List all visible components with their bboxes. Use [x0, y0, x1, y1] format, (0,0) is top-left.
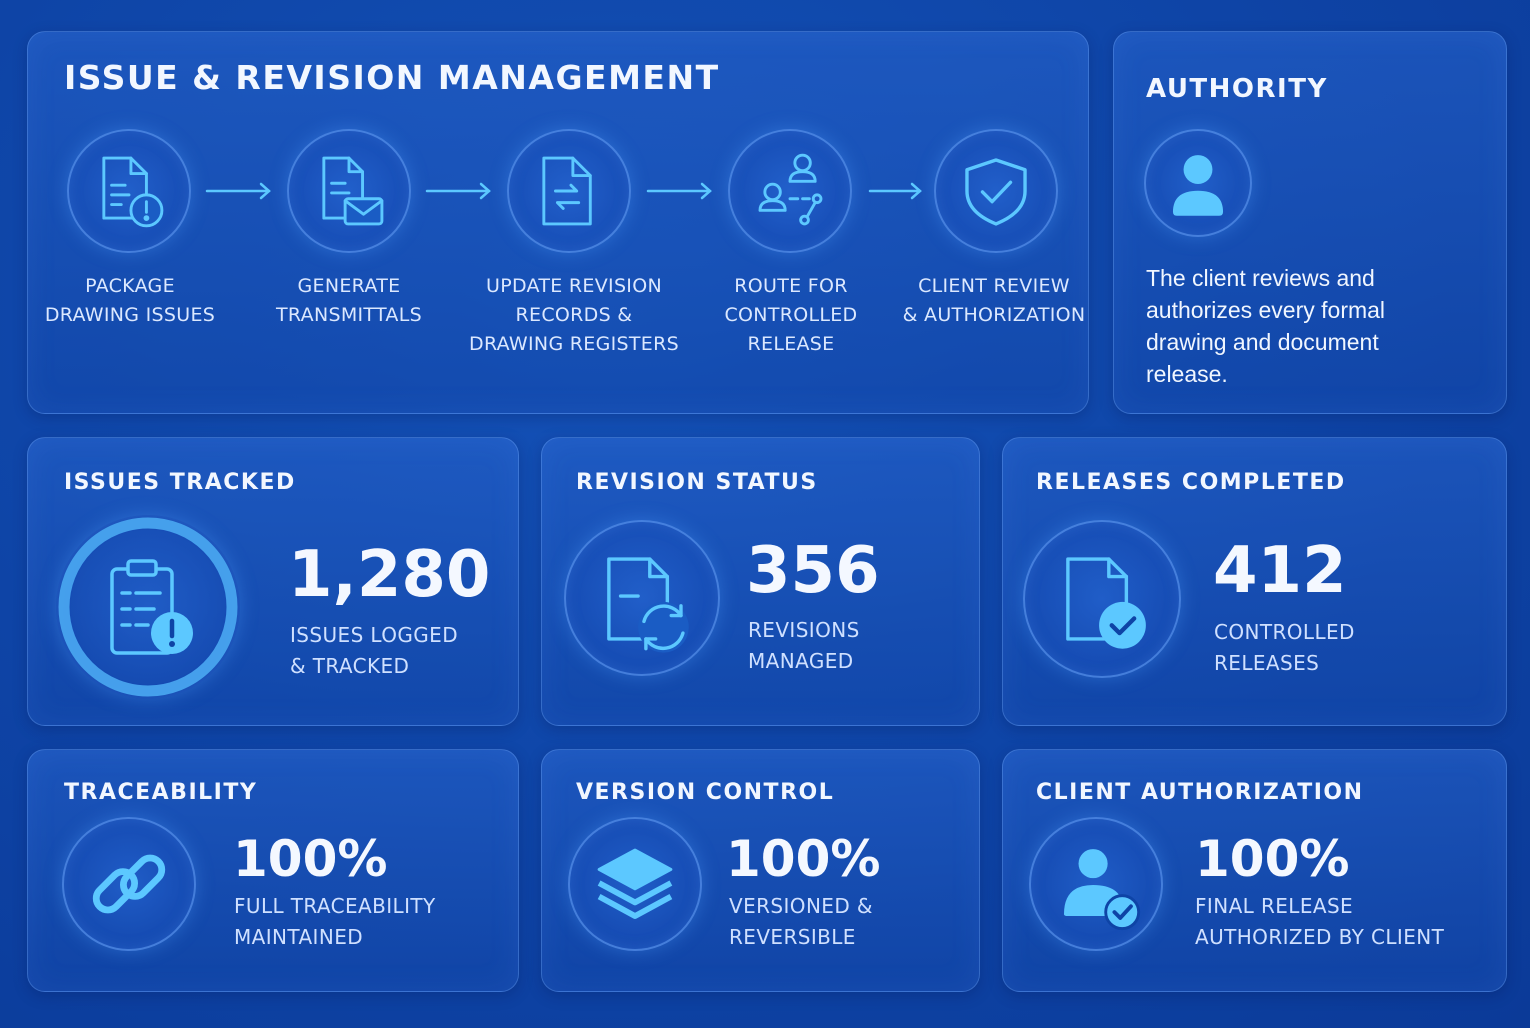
client-authorization-card: CLIENT AUTHORIZATION 100% FINAL RELEASE … — [1002, 749, 1507, 992]
issues-progress-ring — [56, 515, 240, 699]
traceability-title: TRACEABILITY — [64, 780, 258, 805]
document-update-icon — [542, 156, 592, 226]
client-authorization-value: 100% — [1195, 830, 1350, 888]
releases-completed-value: 412 — [1213, 534, 1347, 608]
document-check-icon — [1066, 557, 1146, 649]
step-package-label: PACKAGE DRAWING ISSUES — [44, 275, 216, 326]
client-icon-ring — [1029, 817, 1163, 951]
authority-text: The client reviews and authorizes every … — [1146, 265, 1386, 387]
document-alert-icon — [102, 156, 164, 228]
arrow-right-icon — [425, 182, 491, 200]
issues-tracked-caption: ISSUES LOGGED & TRACKED — [290, 623, 459, 678]
version-control-caption: VERSIONED & REVERSIBLE — [729, 894, 873, 949]
version-control-value: 100% — [726, 830, 881, 888]
layers-icon — [597, 848, 673, 919]
issues-tracked-title: ISSUES TRACKED — [64, 470, 296, 495]
step-package-icon-ring — [67, 129, 191, 253]
revision-status-card: REVISION STATUS 356 REVISIONS MANAGED — [541, 437, 980, 726]
arrow-right-icon — [868, 182, 922, 200]
process-title: ISSUE & REVISION MANAGEMENT — [64, 58, 720, 97]
client-authorization-title: CLIENT AUTHORIZATION — [1036, 780, 1364, 805]
step-transmittals-label: GENERATE TRANSMITTALS — [276, 275, 422, 326]
step-route-icon-ring — [728, 129, 852, 253]
step-client-review-icon-ring — [934, 129, 1058, 253]
releases-completed-caption: CONTROLLED RELEASES — [1214, 620, 1355, 675]
step-transmittals-icon-ring — [287, 129, 411, 253]
traceability-icon-ring — [62, 817, 196, 951]
step-update-icon-ring — [507, 129, 631, 253]
authority-card: AUTHORITY The client reviews and authori… — [1113, 31, 1507, 414]
issues-tracked-card: ISSUES TRACKED 1,280 ISSUES LOGGED & TRA… — [27, 437, 519, 726]
step-route-label: ROUTE FOR CONTROLLED RELEASE — [724, 275, 858, 355]
step-client-review-label: CLIENT REVIEW & AUTHORIZATION — [902, 275, 1086, 326]
arrow-right-icon — [646, 182, 712, 200]
document-mail-icon — [322, 156, 384, 226]
user-check-icon — [1063, 849, 1141, 931]
routing-users-icon — [758, 153, 823, 226]
traceability-caption: FULL TRACEABILITY MAINTAINED — [234, 894, 436, 949]
arrow-right-icon — [205, 182, 271, 200]
document-refresh-icon — [607, 557, 689, 653]
client-authorization-caption: FINAL RELEASE AUTHORIZED BY CLIENT — [1195, 894, 1445, 949]
revision-status-title: REVISION STATUS — [576, 470, 818, 495]
issues-tracked-value: 1,280 — [288, 538, 491, 612]
releases-completed-title: RELEASES COMPLETED — [1036, 470, 1346, 495]
user-icon — [1172, 155, 1224, 216]
link-icon — [92, 854, 166, 914]
revision-status-value: 356 — [746, 534, 880, 608]
process-card: ISSUE & REVISION MANAGEMENT PACKAGE DRAW… — [27, 31, 1089, 414]
releases-completed-card: RELEASES COMPLETED 412 CONTROLLED RELEAS… — [1002, 437, 1507, 726]
traceability-card: TRACEABILITY 100% FULL TRACEABILITY MAIN… — [27, 749, 519, 992]
version-icon-ring — [568, 817, 702, 951]
traceability-value: 100% — [233, 830, 388, 888]
authority-title: AUTHORITY — [1146, 74, 1328, 104]
version-control-card: VERSION CONTROL 100% VERSIONED & REVERSI… — [541, 749, 980, 992]
revision-icon-ring — [564, 520, 720, 676]
shield-check-icon — [965, 158, 1027, 226]
step-update-label: UPDATE REVISION RECORDS & DRAWING REGIST… — [469, 275, 679, 355]
authority-icon-ring — [1144, 129, 1252, 237]
releases-icon-ring — [1023, 520, 1181, 678]
version-control-title: VERSION CONTROL — [576, 780, 835, 805]
revision-status-caption: REVISIONS MANAGED — [748, 618, 860, 673]
clipboard-alert-icon — [58, 517, 238, 697]
